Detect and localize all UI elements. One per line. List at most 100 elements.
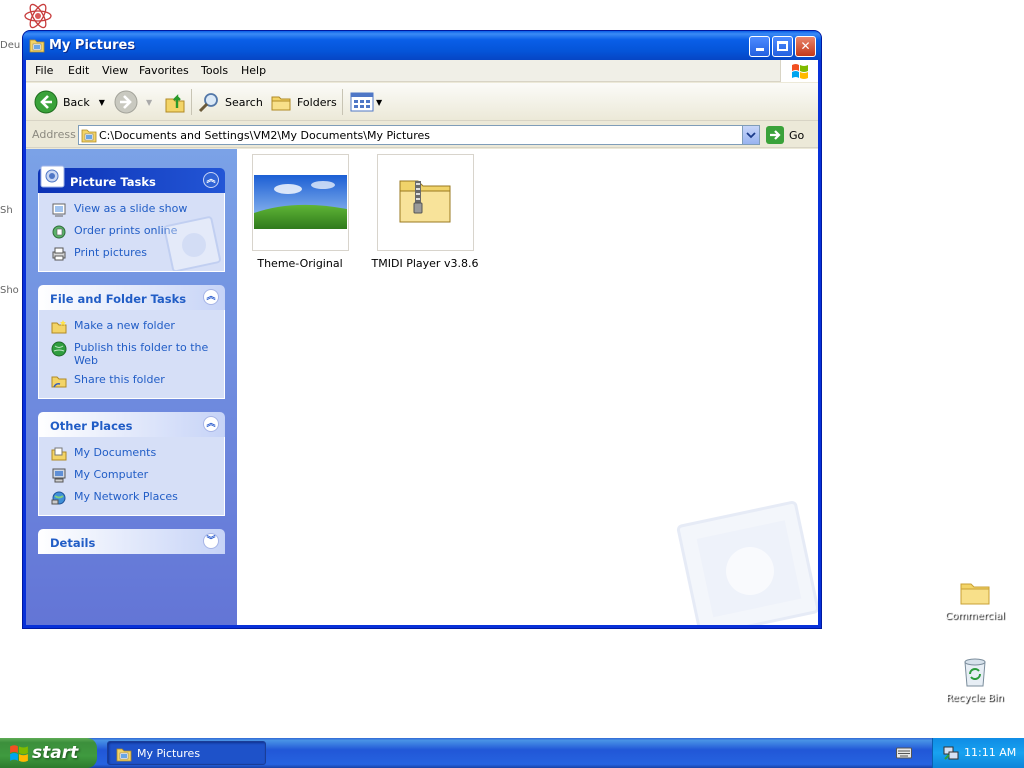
up-folder-icon xyxy=(165,94,185,113)
file-name: Theme-Original xyxy=(257,257,343,270)
task-make-new-folder[interactable]: Make a new folder xyxy=(39,316,224,338)
network-places-icon xyxy=(51,491,66,505)
chevron-down-icon: ▼ xyxy=(146,97,153,107)
go-arrow-icon xyxy=(766,126,784,144)
file-item[interactable]: TMIDI Player v3.8.6 xyxy=(370,154,480,270)
go-button[interactable]: Go xyxy=(766,126,804,144)
expand-chevron-icon[interactable]: ︾ xyxy=(203,533,219,549)
start-button[interactable]: start xyxy=(0,738,97,768)
windows-flag-logo xyxy=(780,60,818,82)
desktop-icon-commercial[interactable]: Commercial xyxy=(940,578,1010,622)
menu-bar: File Edit View Favorites Tools Help xyxy=(26,60,818,82)
desktop-clipped-label: Sh xyxy=(0,205,13,216)
desktop-icon-label: Commercial xyxy=(945,611,1005,622)
window-client: File Edit View Favorites Tools Help Back… xyxy=(26,60,818,625)
windows-flag-icon xyxy=(10,745,28,762)
back-button[interactable]: Back ▼ xyxy=(34,90,105,114)
panel-title: Details xyxy=(50,536,96,550)
place-my-documents[interactable]: My Documents xyxy=(39,443,224,465)
close-button[interactable]: ✕ xyxy=(795,36,816,57)
file-view: Theme-Original TMIDI Player v3.8.6 xyxy=(237,149,818,625)
minimize-button[interactable] xyxy=(749,36,770,57)
menu-file[interactable]: File xyxy=(35,64,53,77)
pictures-folder-icon xyxy=(116,748,132,762)
image-thumbnail-icon xyxy=(251,154,349,251)
other-places-header[interactable]: Other Places ︽ xyxy=(38,412,225,437)
search-button[interactable]: Search xyxy=(198,90,263,114)
slideshow-icon xyxy=(52,203,66,217)
folders-button[interactable]: Folders xyxy=(270,90,337,114)
menu-tools[interactable]: Tools xyxy=(201,64,228,77)
printer-icon xyxy=(52,247,66,261)
taskbar-button-my-pictures[interactable]: My Pictures xyxy=(107,741,266,765)
standard-toolbar: Back ▼ ▼ Search Folders ▼ xyxy=(26,83,818,121)
close-icon: ✕ xyxy=(800,39,811,53)
desktop-flower-icon[interactable] xyxy=(22,2,54,33)
window-title: My Pictures xyxy=(49,38,136,53)
menu-view[interactable]: View xyxy=(102,64,128,77)
collapse-chevron-icon[interactable]: ︽ xyxy=(203,416,219,432)
new-folder-icon xyxy=(51,320,67,334)
address-value: C:\Documents and Settings\VM2\My Documen… xyxy=(99,129,431,142)
menu-favorites[interactable]: Favorites xyxy=(139,64,189,77)
search-label: Search xyxy=(225,95,263,109)
start-label: start xyxy=(32,743,79,763)
forward-button[interactable]: ▼ xyxy=(114,90,152,114)
panel-title: Picture Tasks xyxy=(70,175,156,189)
details-header[interactable]: Details ︾ xyxy=(38,529,225,554)
picture-tasks-header[interactable]: Picture Tasks ︽ xyxy=(38,165,225,193)
collapse-chevron-icon[interactable]: ︽ xyxy=(203,172,219,188)
chevron-down-icon[interactable]: ▼ xyxy=(99,98,105,107)
globe-order-icon xyxy=(52,225,66,239)
picture-tasks-panel: Picture Tasks ︽ View as a slide show Ord… xyxy=(38,165,225,272)
place-my-network-places[interactable]: My Network Places xyxy=(39,487,224,509)
views-button[interactable]: ▼ xyxy=(350,90,382,114)
file-name: TMIDI Player v3.8.6 xyxy=(371,257,479,270)
task-label: Print pictures xyxy=(74,246,147,259)
other-places-body: My Documents My Computer My Network Plac… xyxy=(38,437,225,516)
maximize-button[interactable] xyxy=(772,36,793,57)
up-folder-button[interactable] xyxy=(163,90,187,114)
minimize-icon xyxy=(755,48,764,51)
explorer-window: My Pictures ✕ File Edit View Favorites T… xyxy=(22,30,822,629)
menu-help[interactable]: Help xyxy=(241,64,266,77)
content-area: Picture Tasks ︽ View as a slide show Ord… xyxy=(26,149,818,625)
desktop-clipped-label: Sho xyxy=(0,285,19,296)
title-bar[interactable]: My Pictures ✕ xyxy=(23,31,821,60)
task-pane: Picture Tasks ︽ View as a slide show Ord… xyxy=(26,149,237,625)
task-label: My Documents xyxy=(74,446,157,459)
network-tray-icon[interactable] xyxy=(943,745,959,761)
picture-tasks-body: View as a slide show Order prints online… xyxy=(38,193,225,272)
task-label: My Computer xyxy=(74,468,149,481)
keyboard-icon[interactable] xyxy=(896,747,912,762)
address-dropdown-button[interactable] xyxy=(742,126,759,144)
menu-edit[interactable]: Edit xyxy=(68,64,89,77)
task-publish-web[interactable]: Publish this folder to the Web xyxy=(39,338,224,370)
pictures-folder-icon xyxy=(81,129,97,143)
taskbar: start My Pictures 11:11 AM xyxy=(0,738,1024,768)
folders-icon xyxy=(271,96,291,111)
task-share-folder[interactable]: Share this folder xyxy=(39,370,224,392)
panel-title: Other Places xyxy=(50,419,133,433)
place-my-computer[interactable]: My Computer xyxy=(39,465,224,487)
system-tray: 11:11 AM xyxy=(932,738,1024,768)
file-folder-tasks-panel: File and Folder Tasks ︽ Make a new folde… xyxy=(38,285,225,399)
watermark-camera-icon xyxy=(164,216,221,271)
pictures-folder-icon xyxy=(29,39,45,53)
address-input[interactable]: C:\Documents and Settings\VM2\My Documen… xyxy=(78,125,760,145)
task-label: Order prints online xyxy=(74,224,178,237)
views-icon xyxy=(350,92,374,112)
clock[interactable]: 11:11 AM xyxy=(964,746,1016,759)
desktop-icon-recycle-bin[interactable]: Recycle Bin xyxy=(940,656,1010,704)
back-label: Back xyxy=(63,95,90,109)
file-item[interactable]: Theme-Original xyxy=(245,154,355,270)
shared-folder-icon xyxy=(51,376,67,388)
collapse-chevron-icon[interactable]: ︽ xyxy=(203,289,219,305)
go-label: Go xyxy=(789,128,805,142)
recycle-bin-icon xyxy=(964,658,986,687)
task-label: Make a new folder xyxy=(74,319,175,332)
chevron-down-icon: ▼ xyxy=(376,97,383,107)
task-label: Share this folder xyxy=(74,373,165,386)
file-folder-tasks-header[interactable]: File and Folder Tasks ︽ xyxy=(38,285,225,310)
globe-icon xyxy=(51,341,67,357)
